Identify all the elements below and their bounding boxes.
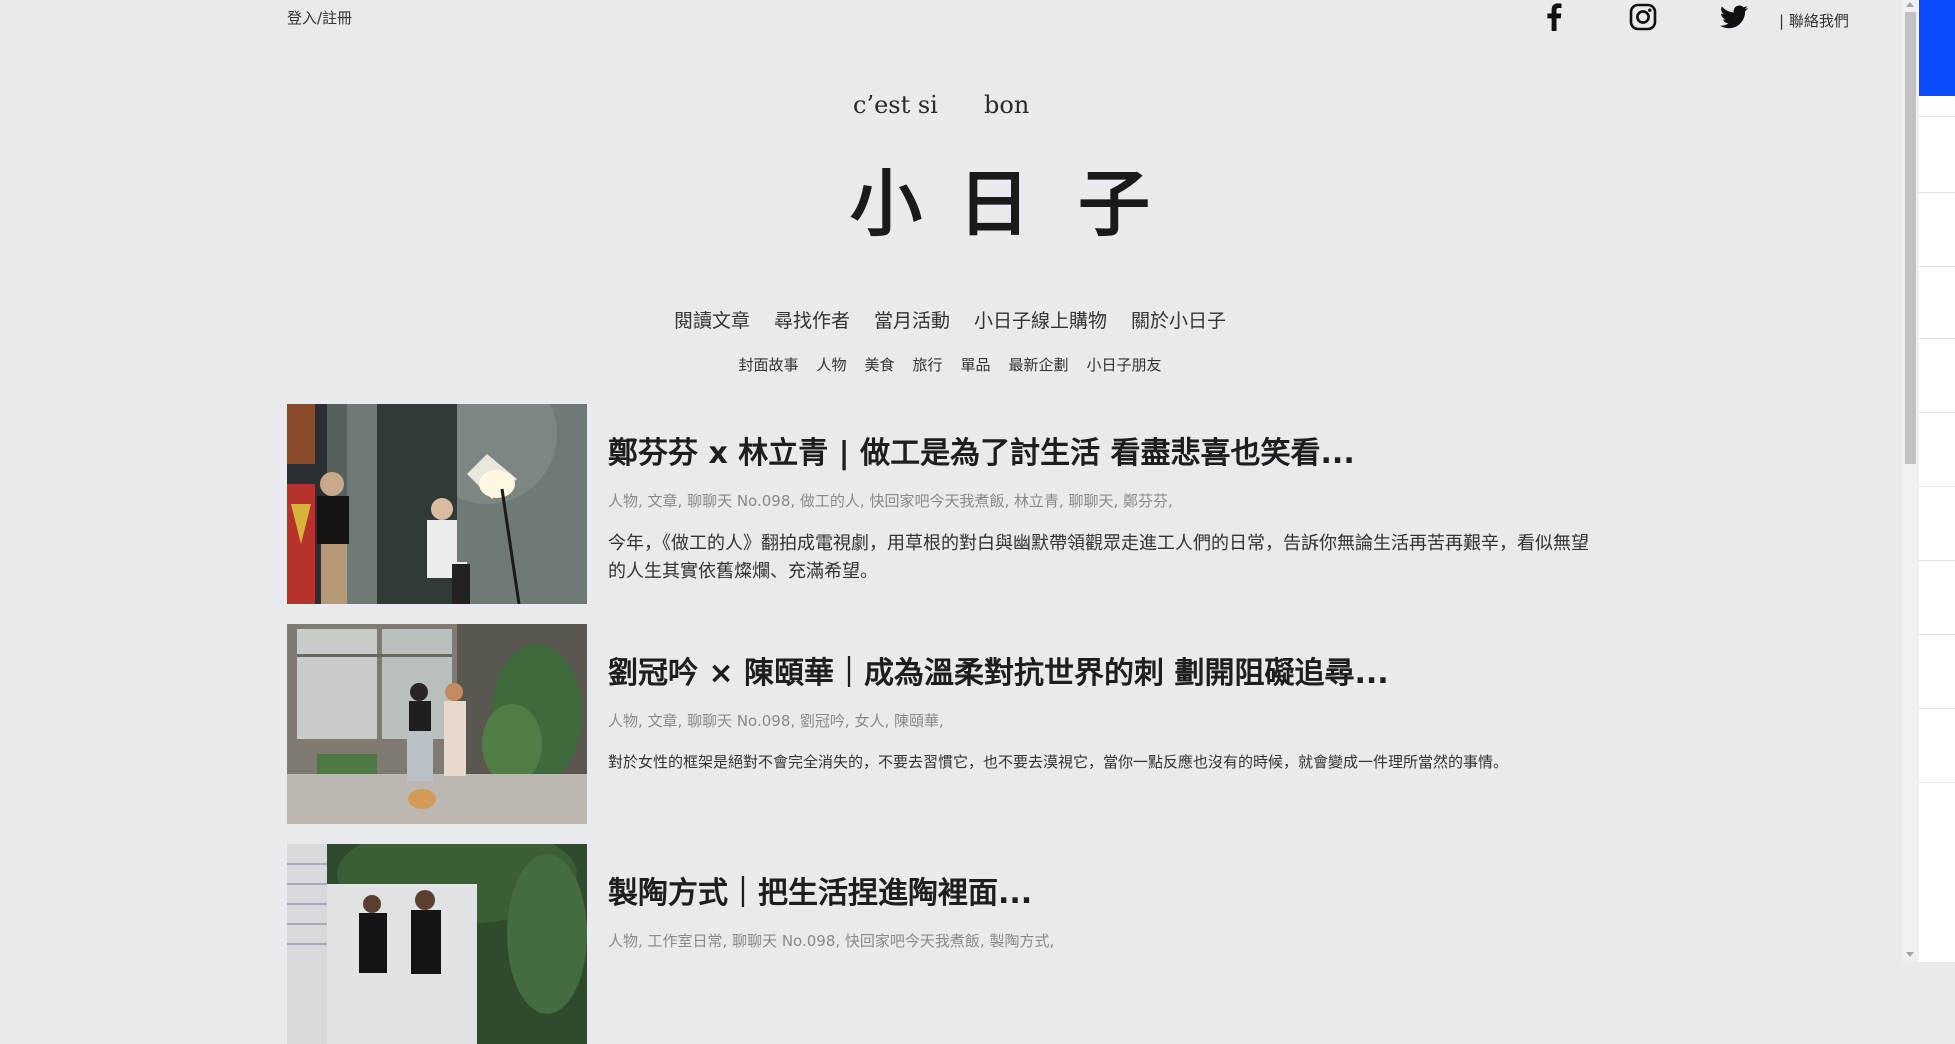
nav-about[interactable]: 關於小日子 (1131, 306, 1226, 333)
subnav-travel[interactable]: 旅行 (912, 354, 942, 375)
divider (1919, 782, 1955, 783)
contact-us-link[interactable]: | 聯絡我們 (1779, 10, 1849, 31)
logo-char-child[interactable]: 子 (1078, 168, 1150, 240)
article-excerpt: 今年，《做工的人》翻拍成電視劇，用草根的對白與幽默帶領觀眾走進工人們的日常，告訴… (608, 533, 1589, 582)
subnav-friends[interactable]: 小日子朋友 (1087, 354, 1162, 375)
divider (1919, 708, 1955, 709)
facebook-icon[interactable] (1541, 2, 1567, 32)
article-title[interactable]: 鄭芬芬 x 林立青 | 做工是為了討生活 看盡悲喜也笑看... (608, 428, 1355, 472)
page-scrollbar[interactable] (1902, 0, 1919, 962)
logo-tagline-left: c’est si (853, 91, 938, 119)
nav-find-authors[interactable]: 尋找作者 (774, 306, 850, 333)
nav-monthly-events[interactable]: 當月活動 (874, 306, 950, 333)
article-item: 製陶方式｜把生活捏進陶裡面... 人物, 工作室日常, 聊聊天 No.098, … (287, 844, 1597, 1044)
subnav-latest-projects[interactable]: 最新企劃 (1009, 354, 1069, 375)
logo-tagline-right: bon (984, 91, 1030, 119)
article-item: 鄭芬芬 x 林立青 | 做工是為了討生活 看盡悲喜也笑看... 人物, 文章, … (287, 404, 1597, 604)
article-excerpt: 對於女性的框架是絕對不會完全消失的，不要去習慣它，也不要去漠視它，當你一點反應也… (608, 753, 1509, 771)
article-tags[interactable]: 人物, 文章, 聊聊天 No.098, 劉冠吟, 女人, 陳頤華, (608, 710, 944, 731)
article-title[interactable]: 製陶方式｜把生活捏進陶裡面... (608, 868, 1032, 912)
article-tags[interactable]: 人物, 工作室日常, 聊聊天 No.098, 快回家吧今天我煮飯, 製陶方式, (608, 930, 1054, 951)
subnav-food[interactable]: 美食 (864, 354, 894, 375)
logo-char-day[interactable]: 日 (958, 168, 1030, 240)
twitter-icon[interactable] (1718, 2, 1750, 32)
subnav-people[interactable]: 人物 (816, 354, 846, 375)
side-panel-accent[interactable] (1919, 0, 1955, 96)
scroll-up-icon[interactable] (1906, 2, 1914, 7)
article-title[interactable]: 劉冠吟 × 陳頤華｜成為溫柔對抗世界的刺 劃開阻礙追尋... (608, 648, 1389, 692)
article-thumbnail[interactable] (287, 624, 587, 824)
divider (1919, 116, 1955, 117)
main-nav: 閱讀文章 尋找作者 當月活動 小日子線上購物 關於小日子 (0, 306, 1900, 333)
article-item: 劉冠吟 × 陳頤華｜成為溫柔對抗世界的刺 劃開阻礙追尋... 人物, 文章, 聊… (287, 624, 1597, 824)
divider (1919, 634, 1955, 635)
sub-nav: 封面故事 人物 美食 旅行 單品 最新企劃 小日子朋友 (0, 354, 1900, 375)
nav-online-shop[interactable]: 小日子線上購物 (974, 306, 1107, 333)
subnav-items[interactable]: 單品 (961, 354, 991, 375)
divider (1919, 560, 1955, 561)
subnav-cover-story[interactable]: 封面故事 (738, 354, 798, 375)
article-thumbnail[interactable] (287, 404, 587, 604)
login-register-link[interactable]: 登入/註冊 (287, 7, 352, 28)
article-thumbnail[interactable] (287, 844, 587, 1044)
side-panel (1919, 0, 1955, 962)
scrollbar-thumb[interactable] (1905, 12, 1916, 464)
divider (1919, 412, 1955, 413)
divider (1919, 192, 1955, 193)
divider (1919, 486, 1955, 487)
logo-char-small[interactable]: 小 (850, 168, 922, 240)
article-tags[interactable]: 人物, 文章, 聊聊天 No.098, 做工的人, 快回家吧今天我煮飯, 林立青… (608, 490, 1173, 511)
divider (1919, 266, 1955, 267)
instagram-icon[interactable] (1628, 2, 1658, 32)
nav-read-articles[interactable]: 閱讀文章 (674, 306, 750, 333)
divider (1919, 338, 1955, 339)
scroll-down-icon[interactable] (1906, 952, 1914, 957)
